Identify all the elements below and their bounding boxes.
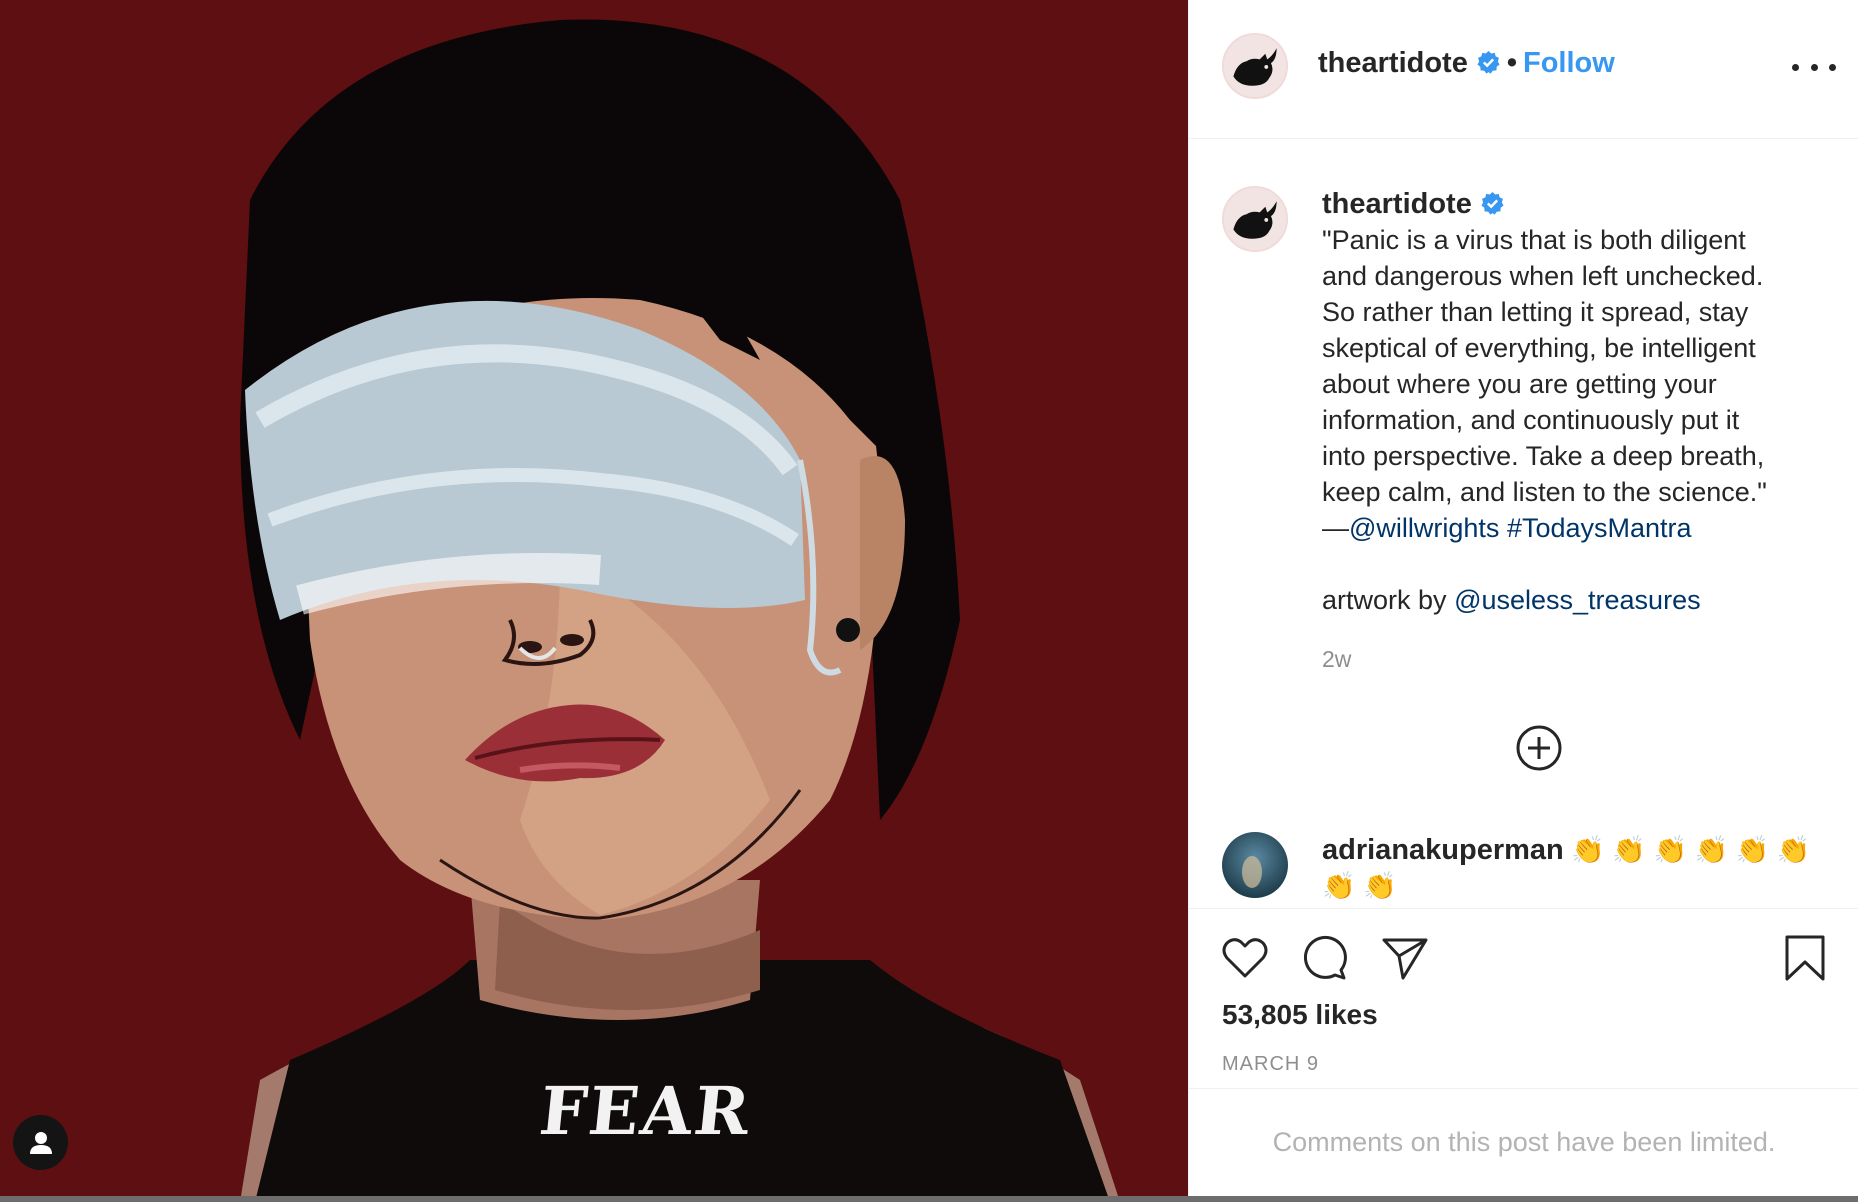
caption-line: into perspective. Take a deep breath, — [1322, 441, 1765, 471]
bull-logo-icon — [1224, 35, 1286, 97]
artwork-image — [0, 0, 1188, 1202]
bookmark-icon[interactable] — [1779, 932, 1831, 984]
caption-line: about where you are getting your — [1322, 369, 1717, 399]
caption-line: keep calm, and listen to the science." — [1322, 477, 1767, 507]
mention-link[interactable]: @willwrights — [1349, 513, 1499, 543]
author-avatar[interactable] — [1222, 33, 1288, 99]
comments-scroll-area[interactable]: theartidote "Panic is a virus that is bo… — [1189, 140, 1858, 908]
commenter-username[interactable]: adrianakuperman — [1322, 834, 1564, 866]
comment-bubble-icon[interactable] — [1299, 932, 1351, 984]
comments-limited-notice: Comments on this post have been limited. — [1189, 1088, 1858, 1196]
caption-dash: — — [1322, 513, 1349, 543]
caption-author-avatar[interactable] — [1222, 186, 1288, 252]
comment-text: adrianakuperman 👏 👏 👏 👏 👏 👏 👏 👏 — [1322, 832, 1842, 904]
paper-plane-icon[interactable] — [1379, 932, 1431, 984]
post-actions: 53,805 likes MARCH 9 — [1189, 908, 1858, 1088]
artist-mention-link[interactable]: @useless_treasures — [1454, 585, 1701, 615]
plus-circle-icon[interactable] — [1515, 724, 1563, 772]
caption-line: skeptical of everything, be intelligent — [1322, 333, 1756, 363]
bottom-scroll-strip — [0, 1196, 1858, 1202]
post-side-panel: theartidote • Follow theartidote "Panic is… — [1188, 0, 1858, 1196]
caption-line: and dangerous when left unchecked. — [1322, 261, 1764, 291]
post-media[interactable]: FEAR — [0, 0, 1188, 1202]
verified-badge-icon — [1481, 192, 1504, 215]
heart-icon[interactable] — [1219, 932, 1271, 984]
caption-line: "Panic is a virus that is both diligent — [1322, 225, 1746, 255]
post-header: theartidote • Follow — [1189, 0, 1858, 139]
hashtag-link[interactable]: #TodaysMantra — [1507, 513, 1692, 543]
user-tag-button[interactable] — [13, 1115, 68, 1170]
caption-line: So rather than letting it spread, stay — [1322, 297, 1749, 327]
separator-dot: • — [1506, 47, 1517, 79]
caption-timestamp[interactable]: 2w — [1322, 646, 1351, 673]
likes-count[interactable]: 53,805 likes — [1222, 999, 1378, 1031]
bull-logo-icon — [1224, 188, 1286, 250]
artwork-by-label: artwork by — [1322, 585, 1447, 615]
commenter-avatar-image — [1222, 832, 1288, 898]
person-icon — [29, 1131, 52, 1154]
commenter-avatar[interactable] — [1222, 832, 1288, 898]
author-username[interactable]: theartidote — [1318, 47, 1468, 79]
more-options-icon[interactable] — [1792, 52, 1836, 82]
verified-badge-icon — [1477, 51, 1500, 74]
caption-text: theartidote "Panic is a virus that is bo… — [1322, 186, 1822, 618]
follow-button[interactable]: Follow — [1523, 47, 1615, 79]
caption-line: information, and continuously put it — [1322, 405, 1740, 435]
post-date[interactable]: MARCH 9 — [1222, 1053, 1319, 1076]
caption-username[interactable]: theartidote — [1322, 188, 1472, 220]
shirt-fear-text: FEAR — [535, 1072, 756, 1150]
